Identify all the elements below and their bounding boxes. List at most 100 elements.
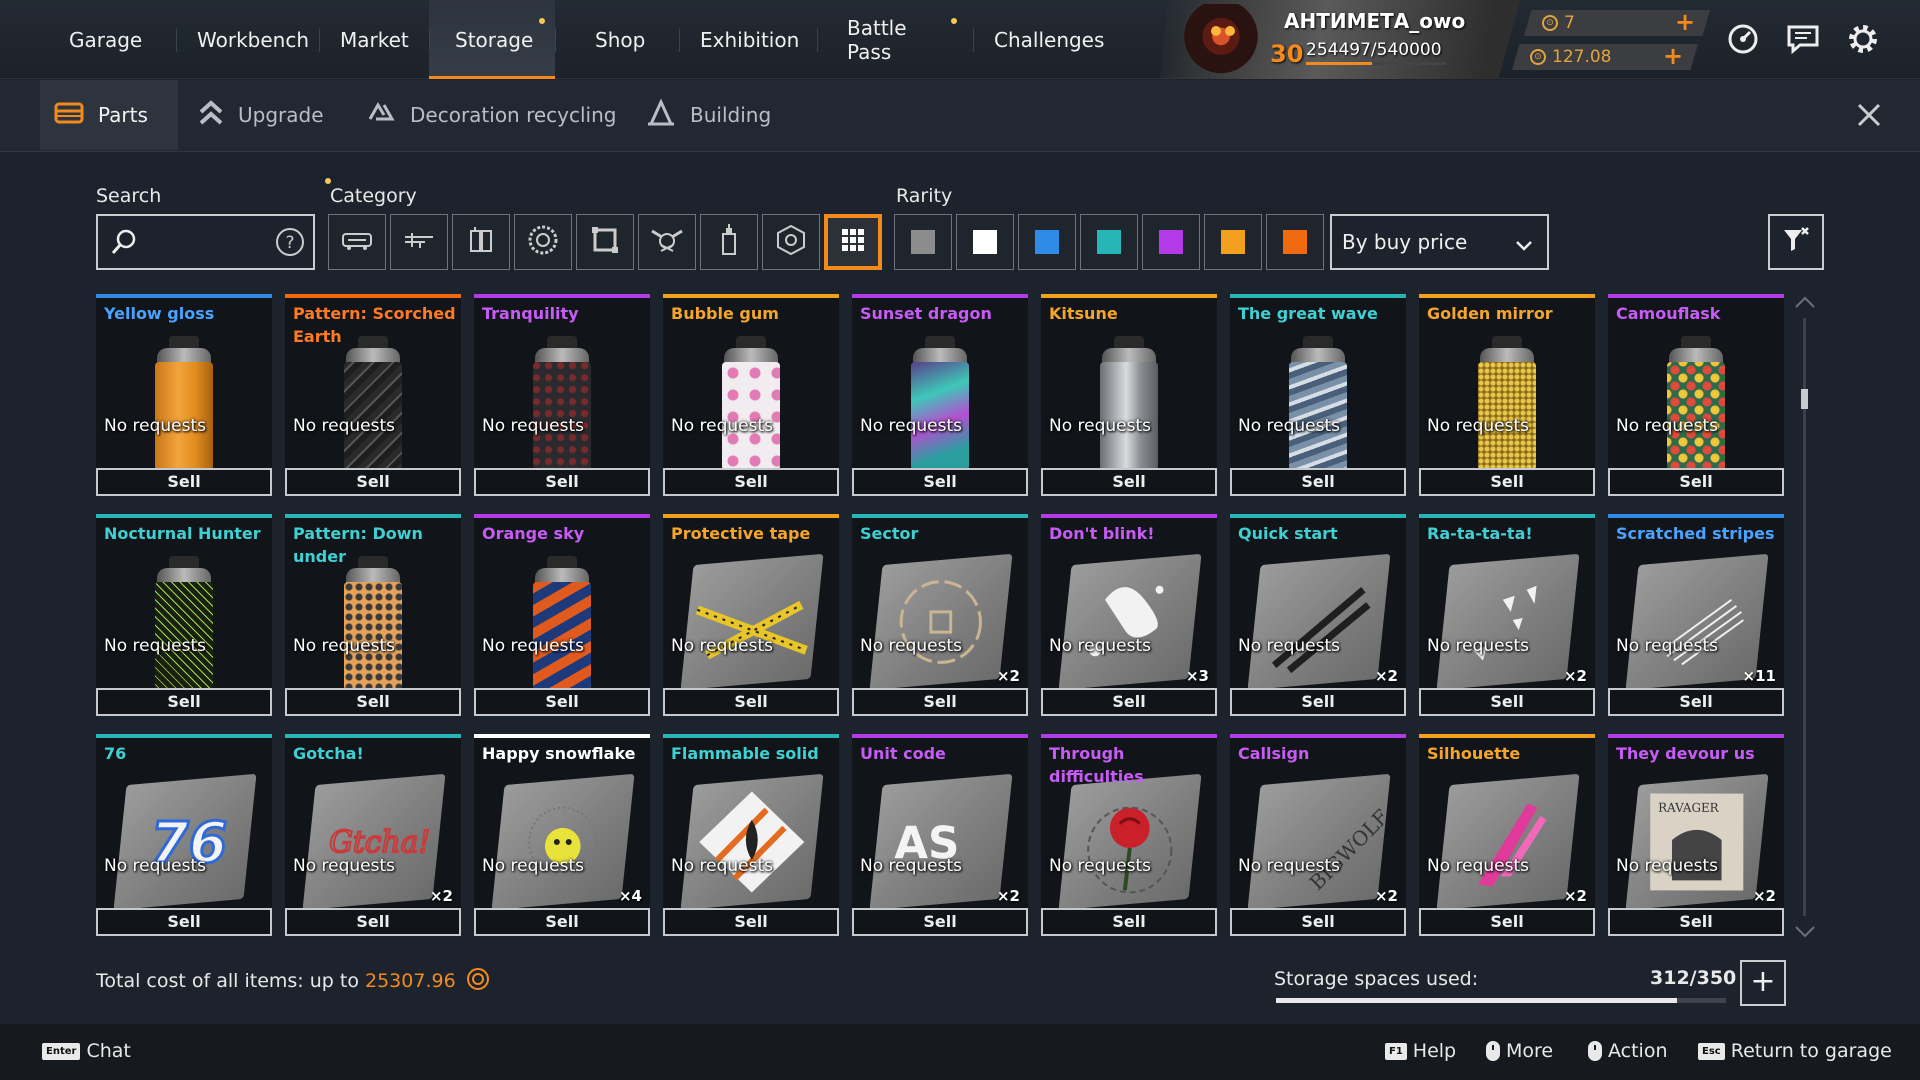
add-coins-button[interactable]: + — [1674, 10, 1696, 34]
tab-decoration-recycling[interactable]: Decoration recycling — [352, 80, 630, 150]
item-card[interactable]: Silhouette No requests ×2 Sell — [1419, 734, 1595, 936]
rarity-relic[interactable] — [1266, 214, 1324, 270]
search-input[interactable]: ? — [96, 214, 315, 270]
item-card[interactable]: Golden mirror No requests Sell — [1419, 294, 1595, 496]
scroll-down-arrow[interactable] — [1794, 924, 1816, 938]
sell-button[interactable]: Sell — [1419, 908, 1595, 936]
scroll-up-arrow[interactable] — [1794, 294, 1816, 308]
item-card[interactable]: Tranquility No requests Sell — [474, 294, 650, 496]
gear-icon[interactable] — [1846, 22, 1880, 56]
item-card[interactable]: The great wave No requests Sell — [1230, 294, 1406, 496]
tab-parts[interactable]: Parts — [40, 80, 178, 150]
item-card[interactable]: Protective tape No requests Sell — [663, 514, 839, 716]
speedometer-icon[interactable] — [1726, 22, 1760, 56]
sort-dropdown[interactable]: By buy price — [1330, 214, 1549, 270]
sell-button[interactable]: Sell — [96, 688, 272, 716]
sell-button[interactable]: Sell — [852, 468, 1028, 496]
item-card[interactable]: Sector No requests ×2 Sell — [852, 514, 1028, 716]
sell-button[interactable]: Sell — [1419, 468, 1595, 496]
sell-button[interactable]: Sell — [474, 908, 650, 936]
sell-button[interactable]: Sell — [1230, 688, 1406, 716]
item-card[interactable]: Ra-ta-ta-ta! No requests ×2 Sell — [1419, 514, 1595, 716]
category-weapons[interactable] — [390, 214, 448, 270]
sell-button[interactable]: Sell — [852, 908, 1028, 936]
item-card[interactable]: Flammable solid No requests Sell — [663, 734, 839, 936]
sell-button[interactable]: Sell — [1041, 688, 1217, 716]
sell-button[interactable]: Sell — [1041, 908, 1217, 936]
clear-filter-button[interactable] — [1768, 214, 1824, 270]
item-card[interactable]: AS Unit code No requests ×2 Sell — [852, 734, 1028, 936]
tab-shop[interactable]: Shop — [555, 0, 679, 79]
tab-exhibition[interactable]: Exhibition — [679, 0, 817, 79]
tab-battle-pass[interactable]: Battle Pass — [817, 0, 973, 79]
item-card[interactable]: Bubble gum No requests Sell — [663, 294, 839, 496]
sell-button[interactable]: Sell — [285, 688, 461, 716]
item-card[interactable]: Nocturnal Hunter No requests Sell — [96, 514, 272, 716]
chat-hint[interactable]: Enter Chat — [42, 1040, 131, 1062]
sell-button[interactable]: Sell — [1230, 908, 1406, 936]
rarity-legendary[interactable] — [1204, 214, 1262, 270]
avatar[interactable] — [1175, 4, 1267, 76]
tab-workbench[interactable]: Workbench — [176, 0, 319, 79]
category-resources[interactable] — [762, 214, 820, 270]
sell-button[interactable]: Sell — [474, 468, 650, 496]
item-card[interactable]: Sunset dragon No requests Sell — [852, 294, 1028, 496]
item-card[interactable]: Don't blink! No requests ×3 Sell — [1041, 514, 1217, 716]
item-card[interactable]: 76 76 No requests Sell — [96, 734, 272, 936]
item-card[interactable]: Happy snowflake No requests ×4 Sell — [474, 734, 650, 936]
category-body[interactable] — [328, 214, 386, 270]
sell-button[interactable]: Sell — [663, 908, 839, 936]
item-card[interactable]: Pattern: Scorched Earth No requests Sell — [285, 294, 461, 496]
sell-button[interactable]: Sell — [1041, 468, 1217, 496]
item-card[interactable]: Gtcha! Gotcha! No requests ×2 Sell — [285, 734, 461, 936]
category-decor[interactable] — [638, 214, 696, 270]
item-card[interactable]: Yellow gloss No requests Sell — [96, 294, 272, 496]
item-card[interactable]: Pattern: Down under No requests Sell — [285, 514, 461, 716]
expand-storage-button[interactable]: + — [1740, 960, 1786, 1006]
tab-storage[interactable]: Storage — [429, 0, 555, 79]
scrollbar-thumb[interactable] — [1801, 389, 1808, 409]
category-paint[interactable] — [700, 214, 758, 270]
sell-button[interactable]: Sell — [474, 688, 650, 716]
rarity-epic[interactable] — [1142, 214, 1200, 270]
return-hint[interactable]: Esc Return to garage — [1698, 1040, 1892, 1062]
item-card[interactable]: RAVAGER They devour us No requests ×2 Sell — [1608, 734, 1784, 936]
action-hint[interactable]: Action — [1588, 1040, 1668, 1062]
sell-button[interactable]: Sell — [852, 688, 1028, 716]
sell-button[interactable]: Sell — [285, 908, 461, 936]
tab-challenges[interactable]: Challenges — [973, 0, 1125, 79]
item-card[interactable]: Camouflask No requests Sell — [1608, 294, 1784, 496]
sell-button[interactable]: Sell — [1419, 688, 1595, 716]
rarity-common[interactable] — [894, 214, 952, 270]
help-hint[interactable]: F1 Help — [1385, 1040, 1456, 1062]
category-frames[interactable] — [576, 214, 634, 270]
category-wheels[interactable] — [514, 214, 572, 270]
sell-button[interactable]: Sell — [663, 468, 839, 496]
sell-button[interactable]: Sell — [1608, 688, 1784, 716]
help-icon[interactable]: ? — [275, 227, 305, 261]
item-card[interactable]: Quick start No requests ×2 Sell — [1230, 514, 1406, 716]
item-card[interactable]: BIGWOLF Callsign No requests ×2 Sell — [1230, 734, 1406, 936]
sell-button[interactable]: Sell — [663, 688, 839, 716]
sell-button[interactable]: Sell — [96, 908, 272, 936]
rarity-rare[interactable] — [1018, 214, 1076, 270]
close-icon[interactable] — [1852, 98, 1886, 132]
sell-button[interactable]: Sell — [285, 468, 461, 496]
category-all[interactable] — [824, 214, 882, 270]
item-card[interactable]: Through difficulties No requests Sell — [1041, 734, 1217, 936]
sell-button[interactable]: Sell — [96, 468, 272, 496]
sell-button[interactable]: Sell — [1230, 468, 1406, 496]
add-credits-button[interactable]: + — [1662, 44, 1684, 68]
item-card[interactable]: Scratched stripes No requests ×11 Sell — [1608, 514, 1784, 716]
rarity-special[interactable] — [1080, 214, 1138, 270]
rarity-uncommon[interactable] — [956, 214, 1014, 270]
tab-upgrade[interactable]: Upgrade — [184, 80, 338, 150]
tab-building[interactable]: Building — [632, 80, 785, 150]
category-modules[interactable] — [452, 214, 510, 270]
sell-button[interactable]: Sell — [1608, 468, 1784, 496]
more-hint[interactable]: More — [1486, 1040, 1553, 1062]
tab-garage[interactable]: Garage — [48, 0, 176, 79]
sell-button[interactable]: Sell — [1608, 908, 1784, 936]
messages-icon[interactable] — [1786, 22, 1820, 56]
tab-market[interactable]: Market — [319, 0, 429, 79]
